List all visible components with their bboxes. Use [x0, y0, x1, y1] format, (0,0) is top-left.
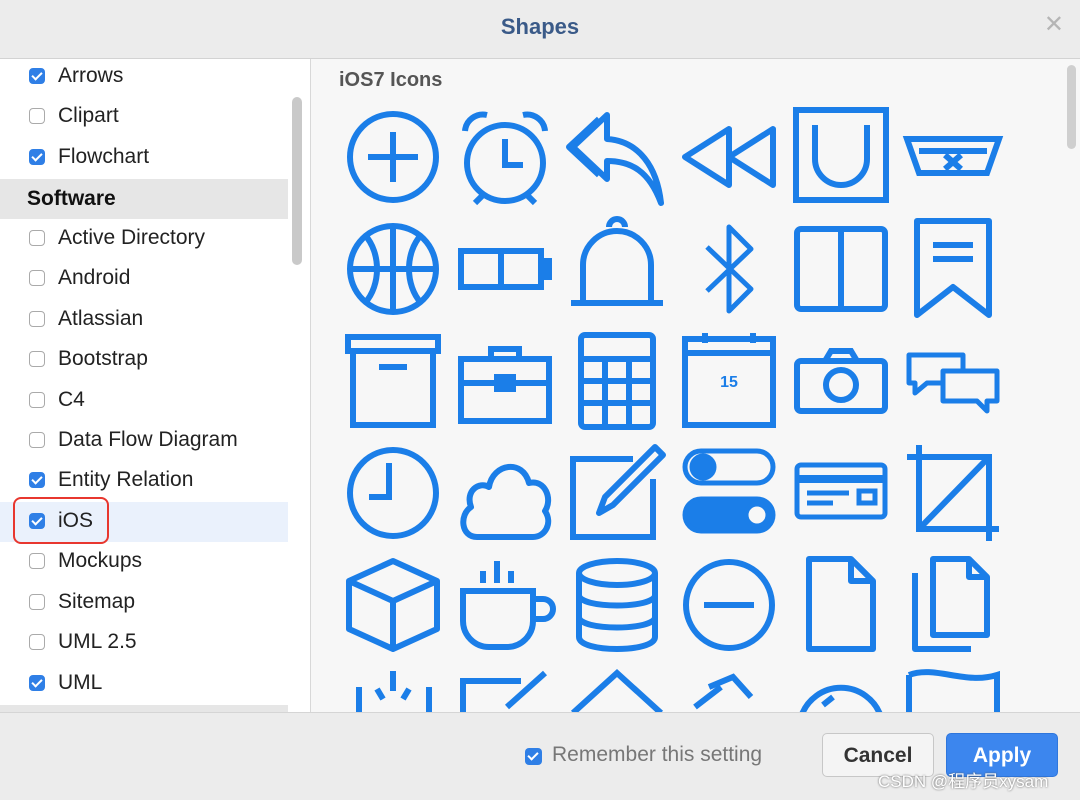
library-item-bootstrap[interactable]: Bootstrap — [0, 340, 288, 380]
bell-icon[interactable] — [569, 216, 665, 319]
checkbox[interactable] — [29, 270, 45, 286]
gallery-title: iOS7 Icons — [339, 69, 443, 91]
coffee-cup-icon[interactable] — [457, 555, 556, 655]
library-item-atlassian[interactable]: Atlassian — [0, 300, 288, 340]
checkbox[interactable] — [29, 351, 45, 367]
calculator-icon[interactable] — [569, 331, 665, 431]
crop-icon[interactable] — [905, 443, 1001, 543]
checkbox[interactable] — [29, 68, 45, 84]
bluetooth-icon[interactable] — [681, 219, 777, 319]
book-icon[interactable] — [793, 219, 889, 319]
basketball-icon[interactable] — [345, 219, 441, 319]
library-item-label: Active Directory — [58, 226, 206, 249]
reply-all-icon[interactable] — [566, 107, 665, 207]
library-item-label: Flowchart — [58, 145, 150, 168]
section-header-software: Software — [0, 179, 288, 219]
calendar-icon[interactable]: 15 — [681, 331, 777, 431]
left-scrollbar[interactable] — [292, 97, 302, 265]
library-item-flowchart[interactable]: Flowchart — [0, 138, 288, 178]
checkbox[interactable] — [29, 553, 45, 569]
library-item-entity-relation[interactable]: Entity Relation — [0, 461, 288, 501]
chat-bubbles-icon[interactable] — [905, 331, 1001, 431]
checkbox[interactable] — [29, 230, 45, 246]
library-item-label: UML 2.5 — [58, 630, 137, 653]
library-item-mockups[interactable]: Mockups — [0, 542, 288, 582]
library-item-c4[interactable]: C4 — [0, 381, 288, 421]
library-item-uml-2-5[interactable]: UML 2.5 — [0, 623, 288, 663]
library-item-clipart[interactable]: Clipart — [0, 97, 288, 137]
library-item-label: Arrows — [58, 64, 124, 87]
section-title: Software — [27, 187, 116, 210]
library-item-android[interactable]: Android — [0, 259, 288, 299]
library-item-label: Android — [58, 266, 131, 289]
checkbox[interactable] — [29, 634, 45, 650]
checkbox[interactable] — [29, 149, 45, 165]
watermark: CSDN @程序员xysam — [878, 772, 1049, 791]
dialog-title: Shapes — [500, 14, 580, 39]
shape-icon[interactable] — [345, 667, 441, 712]
calendar-day: 15 — [720, 374, 738, 391]
icon-gallery[interactable]: iOS7 Icons 15 — [311, 59, 1080, 712]
library-item-arrows[interactable]: Arrows — [0, 59, 288, 97]
cube-icon[interactable] — [345, 555, 441, 655]
alarm-clock-icon[interactable] — [457, 107, 553, 207]
section-header-next — [0, 705, 288, 712]
home-icon[interactable] — [569, 667, 665, 712]
library-list[interactable]: Arrows Clipart Flowchart Software Active… — [0, 59, 311, 712]
database-icon[interactable] — [569, 555, 665, 655]
toggles-icon[interactable] — [681, 443, 777, 543]
library-item-label: Mockups — [58, 549, 143, 572]
dialog-footer: Remember this setting Cancel Apply CSDN … — [0, 712, 1080, 800]
briefcase-icon[interactable] — [457, 331, 553, 431]
dialog-titlebar: Shapes ✕ — [0, 0, 1080, 59]
cloud-icon[interactable] — [457, 443, 553, 543]
checkbox[interactable] — [29, 392, 45, 408]
gallery-scrollbar[interactable] — [1067, 65, 1076, 149]
library-item-label: Bootstrap — [58, 347, 148, 370]
compose-icon[interactable] — [457, 667, 553, 712]
library-item-data-flow-diagram[interactable]: Data Flow Diagram — [0, 421, 288, 461]
rewind-icon[interactable] — [681, 107, 777, 207]
plus-circle-icon[interactable] — [345, 107, 441, 207]
archive-box-icon[interactable] — [345, 331, 441, 431]
checkbox[interactable] — [29, 432, 45, 448]
library-item-label: Clipart — [58, 104, 119, 127]
library-item-uml[interactable]: UML — [0, 664, 288, 704]
remember-checkbox[interactable] — [525, 748, 542, 765]
bookmark-icon[interactable] — [905, 218, 1001, 319]
checkbox[interactable] — [29, 311, 45, 327]
clipboard-icon[interactable] — [681, 667, 777, 712]
documents-icon[interactable] — [905, 555, 1001, 655]
highlight-annotation — [13, 497, 109, 544]
checkbox[interactable] — [29, 675, 45, 691]
checkbox[interactable] — [29, 472, 45, 488]
library-item-sitemap[interactable]: Sitemap — [0, 583, 288, 623]
document-icon[interactable] — [793, 555, 889, 655]
library-item-active-directory[interactable]: Active Directory — [0, 219, 288, 259]
library-item-label: Data Flow Diagram — [58, 428, 238, 451]
library-item-label: Entity Relation — [58, 468, 194, 491]
library-item-label: Atlassian — [58, 307, 144, 330]
clock-icon[interactable] — [345, 443, 441, 543]
globe-icon[interactable] — [793, 667, 889, 712]
magnet-box-icon[interactable] — [793, 107, 889, 207]
remember-label: Remember this setting — [552, 743, 763, 766]
library-item-label: C4 — [58, 388, 85, 411]
camera-icon[interactable] — [793, 331, 889, 431]
minus-circle-icon[interactable] — [681, 555, 777, 655]
library-item-label: Sitemap — [58, 590, 136, 613]
flag-icon[interactable] — [905, 667, 1001, 712]
checkbox[interactable] — [29, 108, 45, 124]
library-item-label: UML — [58, 671, 103, 694]
battery-icon[interactable] — [457, 219, 553, 319]
compose-icon[interactable] — [569, 443, 666, 543]
credit-card-icon[interactable] — [793, 443, 889, 543]
checkbox[interactable] — [29, 594, 45, 610]
basket-icon[interactable] — [902, 107, 1004, 207]
close-icon[interactable]: ✕ — [1044, 10, 1064, 39]
